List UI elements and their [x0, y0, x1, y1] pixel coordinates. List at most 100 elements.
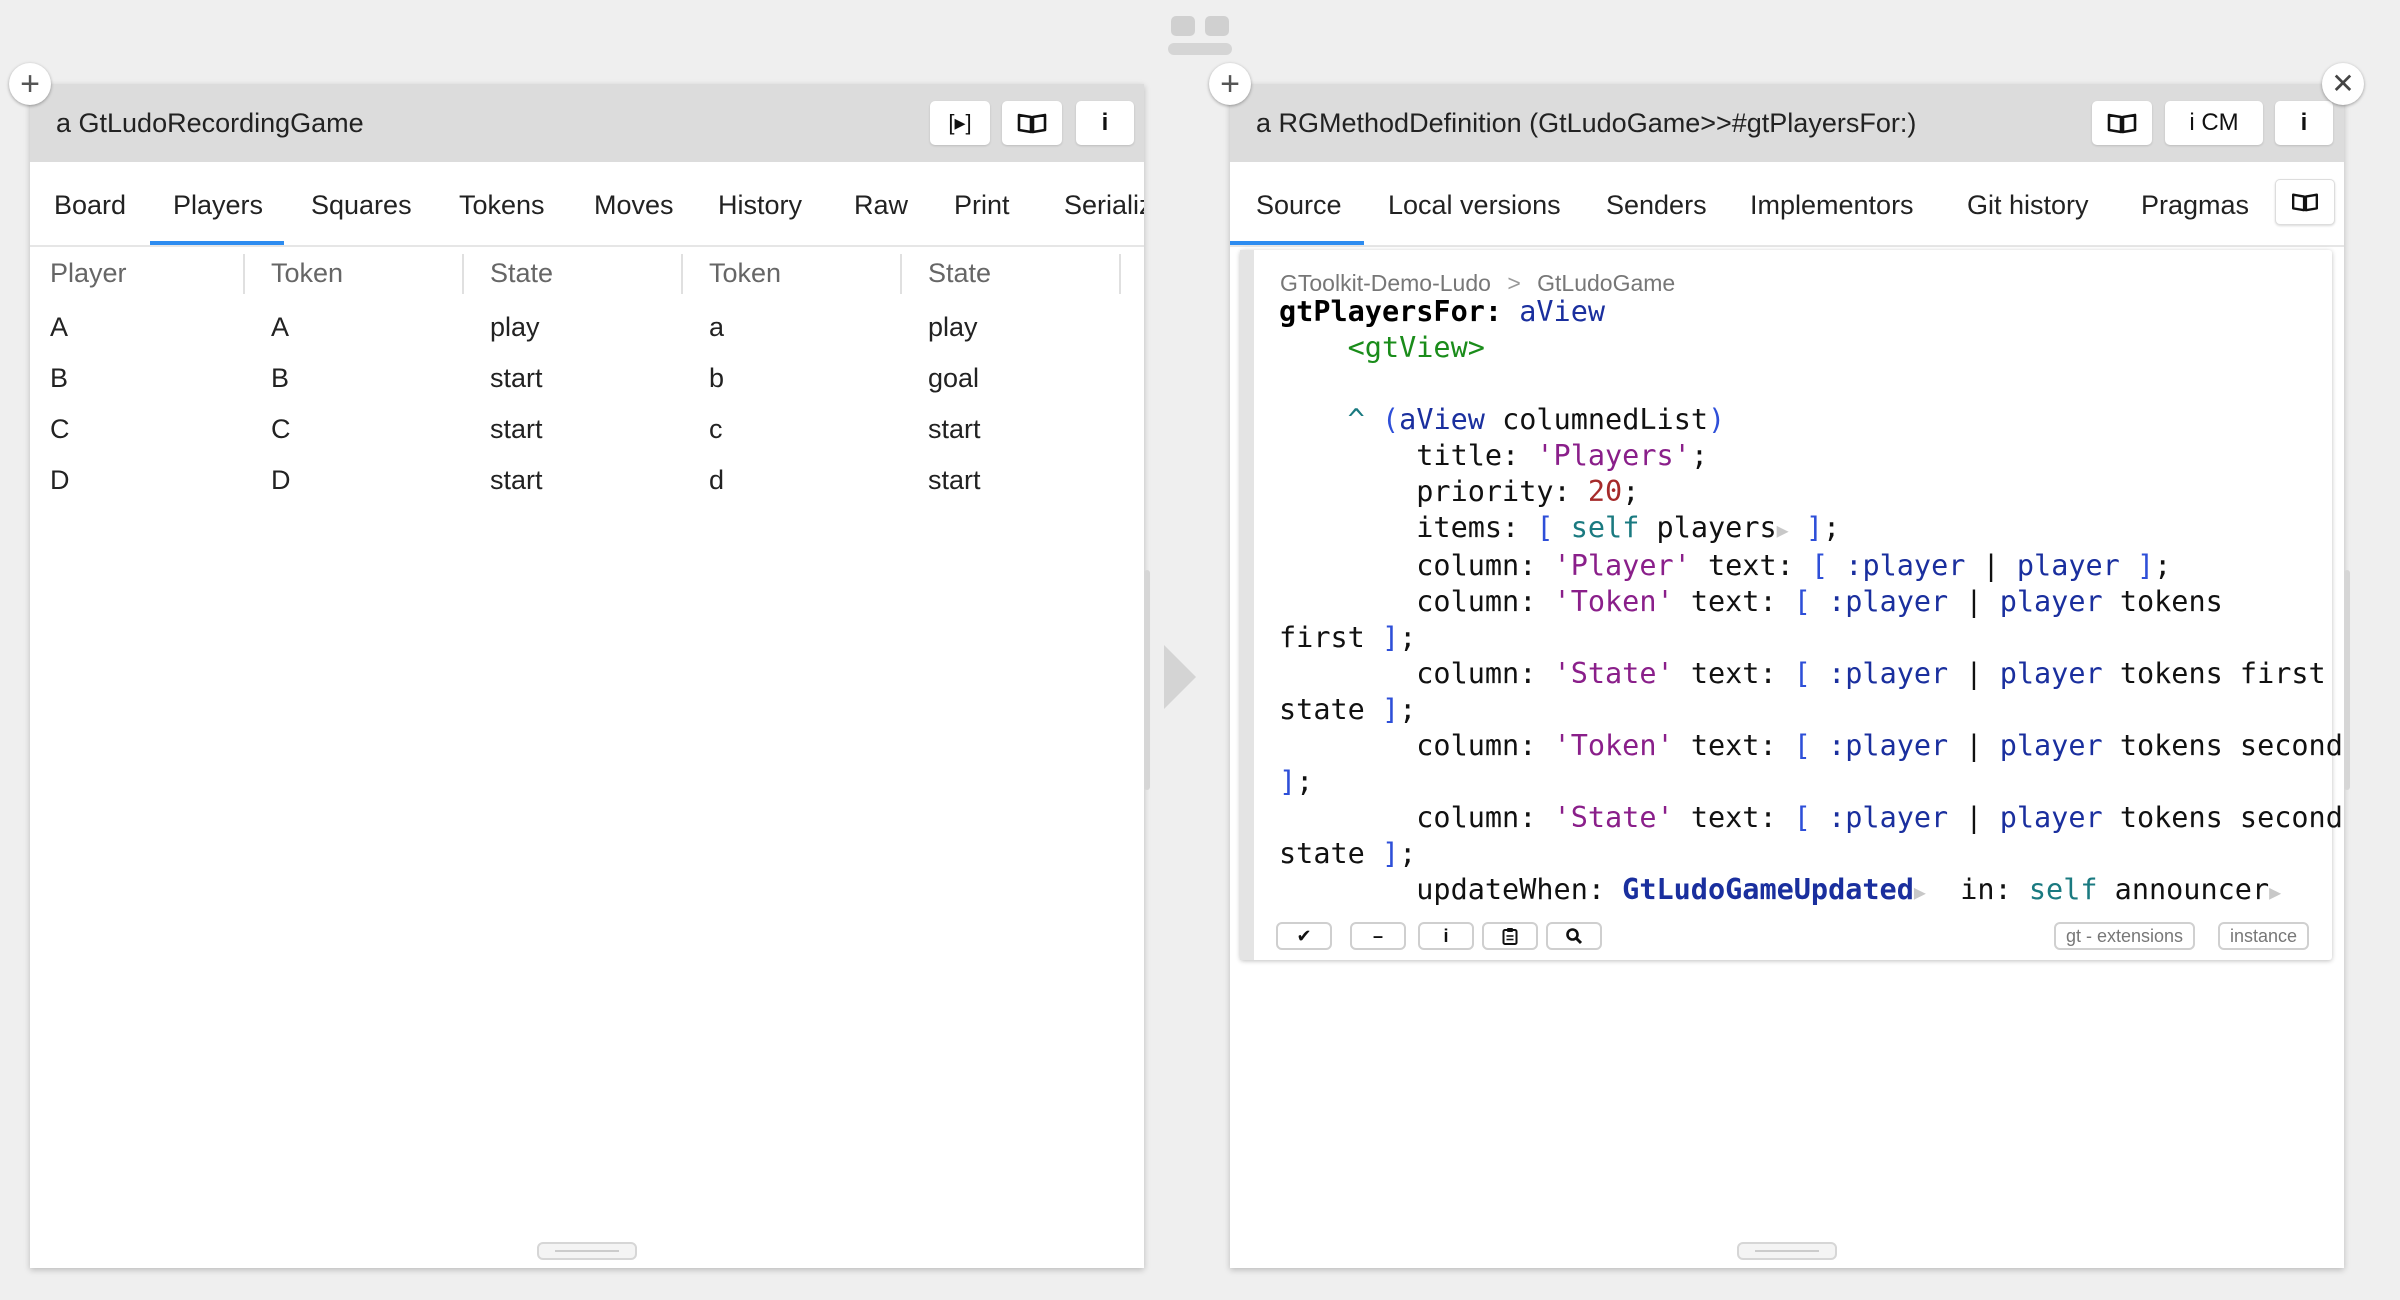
cell-state: start — [490, 363, 543, 393]
tab-source[interactable]: Source — [1256, 190, 1342, 221]
inspector-pane-right: a RGMethodDefinition (GtLudoGame>>#gtPla… — [1230, 84, 2344, 1268]
tab-senders[interactable]: Senders — [1606, 190, 1707, 221]
breadcrumb-class[interactable]: GtLudoGame — [1537, 270, 1675, 296]
inspector-pane-left: a GtLudoRecordingGame [▸] i Board Player… — [30, 84, 1144, 1268]
play-button[interactable]: [▸] — [930, 101, 990, 145]
column-separator[interactable] — [462, 254, 464, 294]
tab-moves[interactable]: Moves — [594, 190, 674, 221]
cell-state: goal — [928, 363, 980, 393]
minus-icon: – — [1372, 925, 1383, 946]
cell-state: start — [928, 465, 981, 495]
close-pane-button[interactable]: ✕ — [2322, 63, 2364, 105]
book-button[interactable] — [2092, 101, 2152, 145]
copy-button[interactable] — [1482, 922, 1538, 950]
tab-serialize[interactable]: Serializ — [1064, 190, 1144, 221]
book-icon — [1017, 113, 1047, 134]
method-editor[interactable]: GToolkit-Demo-Ludo > GtLudoGame gtPlayer… — [1240, 250, 2343, 960]
pane-title: a GtLudoRecordingGame — [56, 108, 364, 138]
cell-player: A — [50, 312, 69, 342]
cell-token: C — [271, 414, 291, 444]
active-tab-indicator — [150, 241, 284, 245]
search-button[interactable] — [1546, 922, 1602, 950]
cell-player: B — [50, 363, 69, 393]
column-header-state: State — [928, 258, 992, 288]
check-icon: ✔ — [1296, 925, 1312, 946]
inspect-button[interactable]: i — [2275, 101, 2333, 145]
cell-player: D — [50, 465, 70, 495]
cell-player: C — [50, 414, 70, 444]
editor-toolbar: ✔ – i gt - extensions instance — [1276, 922, 2316, 952]
tab-implementors[interactable]: Implementors — [1750, 190, 1914, 221]
tab-git-history[interactable]: Git history — [1967, 190, 2089, 221]
tab-board[interactable]: Board — [54, 190, 126, 221]
tab-history[interactable]: History — [718, 190, 802, 221]
column-separator[interactable] — [681, 254, 683, 294]
cell-token: d — [709, 465, 725, 495]
pane-titlebar: a GtLudoRecordingGame [▸] i — [30, 84, 1144, 162]
breadcrumb-separator: > — [1507, 270, 1521, 296]
info-icon: i — [1101, 109, 1109, 136]
column-header-state: State — [490, 258, 554, 288]
cell-token: B — [271, 363, 290, 393]
cell-token: a — [709, 312, 725, 342]
tab-print[interactable]: Print — [954, 190, 1010, 221]
tabs-book-button[interactable] — [2275, 179, 2335, 225]
add-pane-button[interactable]: + — [9, 63, 51, 105]
close-icon: ✕ — [2331, 68, 2355, 99]
window-drag-handle[interactable] — [1168, 16, 1232, 56]
accept-button[interactable]: ✔ — [1276, 922, 1332, 950]
add-pane-button[interactable]: + — [1209, 63, 1251, 105]
book-icon — [2107, 113, 2137, 134]
discard-button[interactable]: – — [1350, 922, 1406, 950]
pane-splitter[interactable] — [1144, 570, 1150, 790]
play-icon: [▸] — [948, 110, 972, 135]
breadcrumb: GToolkit-Demo-Ludo > GtLudoGame — [1280, 270, 1675, 297]
pane-resize-handle[interactable] — [1737, 1242, 1837, 1260]
inspect-button[interactable]: i — [1076, 101, 1134, 145]
column-header-token: Token — [709, 258, 782, 288]
info-icon: i — [1443, 925, 1449, 946]
side-tag[interactable]: instance — [2218, 922, 2310, 950]
tab-pragmas[interactable]: Pragmas — [2141, 190, 2249, 221]
cell-token: D — [271, 465, 291, 495]
tab-players[interactable]: Players — [173, 190, 263, 221]
info-cm-label: i CM — [2189, 109, 2239, 136]
pane-splitter[interactable] — [2344, 570, 2350, 790]
protocol-tag[interactable]: gt - extensions — [2054, 922, 2196, 950]
breadcrumb-package[interactable]: GToolkit-Demo-Ludo — [1280, 270, 1491, 296]
tab-raw[interactable]: Raw — [854, 190, 908, 221]
cell-state: play — [490, 312, 540, 342]
cell-state: start — [490, 414, 543, 444]
column-header-player: Player — [50, 258, 127, 288]
search-icon — [1566, 928, 1583, 945]
inspect-cm-button[interactable]: i CM — [2165, 101, 2263, 145]
plus-icon: + — [20, 65, 40, 103]
cell-token: A — [271, 312, 290, 342]
inspect-method-button[interactable]: i — [1418, 922, 1474, 950]
active-tab-indicator — [1230, 241, 1364, 245]
column-separator[interactable] — [1119, 254, 1121, 294]
tab-local-versions[interactable]: Local versions — [1388, 190, 1561, 221]
info-icon: i — [2300, 109, 2308, 136]
editor-gutter — [1240, 250, 1254, 960]
view-tabs: Board Players Squares Tokens Moves Histo… — [30, 162, 1144, 247]
clipboard-icon — [1502, 928, 1518, 945]
navigation-arrow-icon — [1164, 645, 1196, 709]
cell-state: play — [928, 312, 978, 342]
book-button[interactable] — [1002, 101, 1062, 145]
plus-icon: + — [1220, 65, 1240, 103]
source-code[interactable]: gtPlayersFor: aView <gtView> ^ (aView co… — [1279, 294, 2343, 910]
cell-token: c — [709, 414, 723, 444]
column-separator[interactable] — [243, 254, 245, 294]
column-separator[interactable] — [900, 254, 902, 294]
pane-resize-handle[interactable] — [537, 1242, 637, 1260]
cell-token: b — [709, 363, 725, 393]
tab-tokens[interactable]: Tokens — [459, 190, 545, 221]
pane-title: a RGMethodDefinition (GtLudoGame>>#gtPla… — [1256, 108, 1917, 138]
cell-state: start — [490, 465, 543, 495]
book-icon — [2292, 193, 2318, 212]
cell-state: start — [928, 414, 981, 444]
tab-squares[interactable]: Squares — [311, 190, 412, 221]
view-tabs: Source Local versions Senders Implemento… — [1230, 162, 2344, 247]
pane-titlebar: a RGMethodDefinition (GtLudoGame>>#gtPla… — [1230, 84, 2344, 162]
